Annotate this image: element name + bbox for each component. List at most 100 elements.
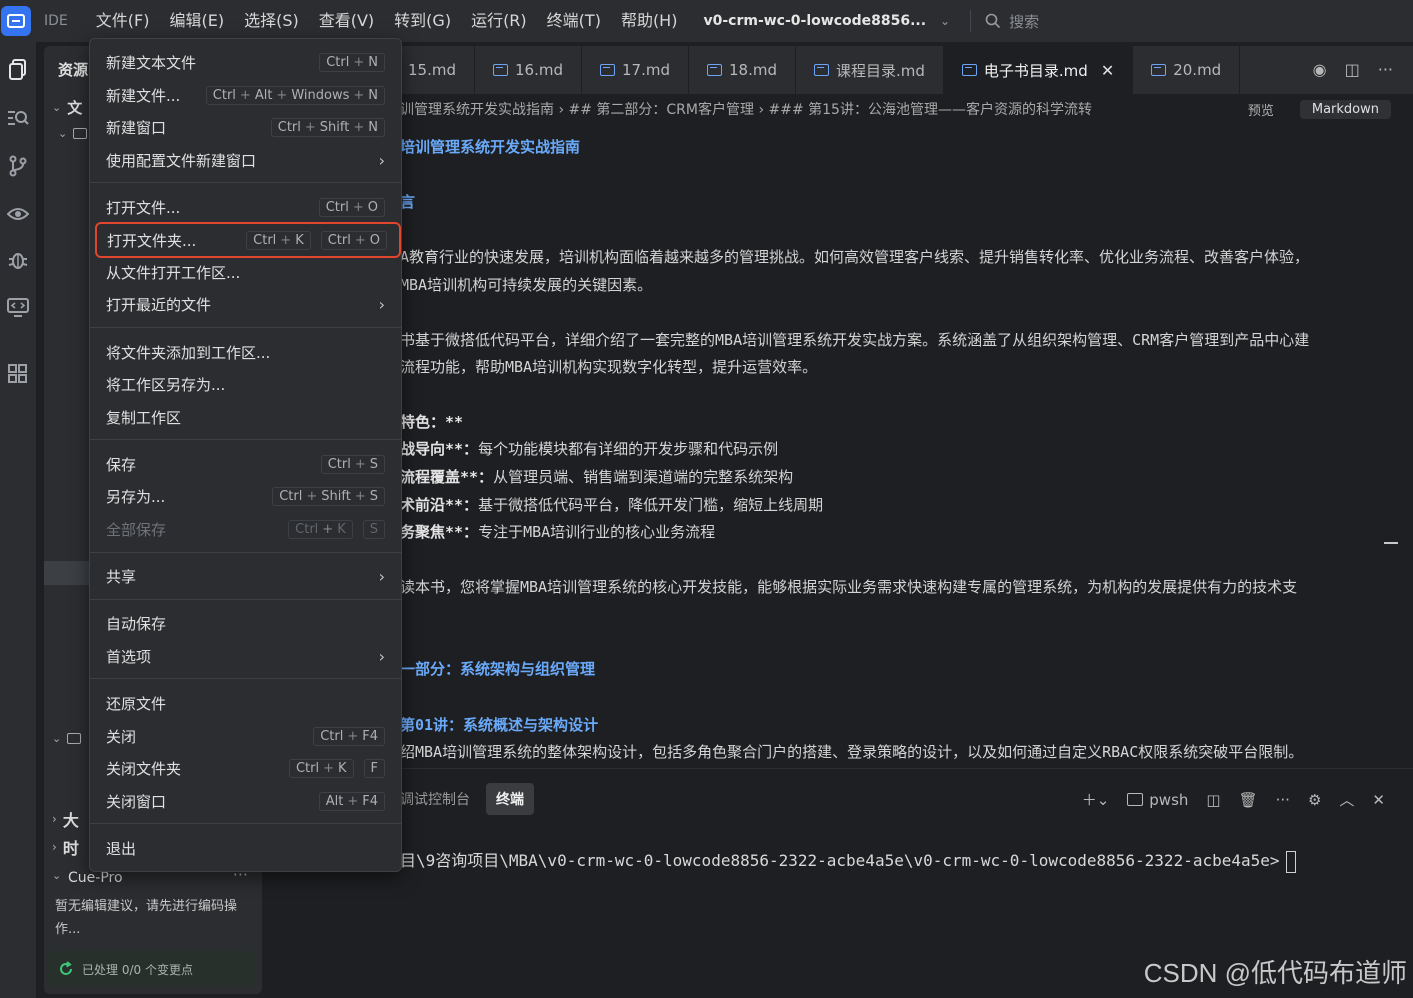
tab-17[interactable]: 17.md <box>582 46 689 94</box>
menu-item-open-folder[interactable]: 打开文件夹... Ctrl + K Ctrl + O <box>95 222 401 258</box>
menu-item-save[interactable]: 保存 Ctrl + S <box>94 449 397 479</box>
menu-help[interactable]: 帮助(H) <box>611 0 688 42</box>
tab-debug-console[interactable]: 调试控制台 <box>400 789 470 809</box>
breadcrumb[interactable]: 训管理系统开发实战指南 › ## 第二部分：CRM客户管理 › ### 第15讲… <box>400 99 1092 119</box>
project-selector[interactable]: v0-crm-wc-0-lowcode8856... <box>703 13 926 29</box>
menu-goto[interactable]: 转到(G) <box>384 0 461 42</box>
menu-item-open-file[interactable]: 打开文件... Ctrl + O <box>94 192 397 222</box>
shortcut: Ctrl + O <box>313 197 385 217</box>
shortcut: Ctrl + Shift + S <box>266 486 385 506</box>
source-control-icon[interactable] <box>6 154 30 178</box>
menu-item-close-window[interactable]: 关闭窗口 Alt + F4 <box>94 786 397 816</box>
shortcut-chord: Ctrl + Alt + Windows + N <box>205 85 385 105</box>
preview-button[interactable]: 预览 <box>1236 98 1286 121</box>
menu-item-new-window-profile[interactable]: 使用配置文件新建窗口 › <box>94 145 397 175</box>
tree-row-selected[interactable] <box>44 561 89 585</box>
editor-content[interactable]: 培训管理系统开发实战指南 言 A教育行业的快速发展，培训机构面临着越来越多的管理… <box>400 134 1390 764</box>
feature-item: 流程覆盖**：从管理员端、销售端到渠道端的完整系统架构 <box>400 466 793 487</box>
split-editor-icon[interactable]: ◫ <box>1345 60 1360 79</box>
tab-terminal[interactable]: 终端 <box>486 783 534 815</box>
markdown-button[interactable]: Markdown <box>1299 100 1391 119</box>
chevron-down-icon[interactable]: ⌄ <box>940 14 950 28</box>
terminal-prompt[interactable]: 目\9咨询项目\MBA\v0-crm-wc-0-lowcode8856-2322… <box>400 847 1296 873</box>
markdown-icon <box>1151 64 1167 76</box>
sidebar-title: 资源 <box>58 61 89 79</box>
shortcut-chord: Ctrl + N <box>319 52 385 72</box>
menu-run[interactable]: 运行(R) <box>461 0 537 42</box>
shortcut-plus: + <box>276 87 288 103</box>
shortcut-key: Shift <box>321 488 351 504</box>
scroll-indicator[interactable] <box>1384 542 1398 544</box>
tab-20[interactable]: 20.md <box>1133 46 1241 94</box>
maximize-chevron-up-icon[interactable]: ︿ <box>1339 789 1354 810</box>
menu-item-new-text-file[interactable]: 新建文本文件 Ctrl + N <box>94 47 397 77</box>
menu-item-new-window[interactable]: 新建窗口 Ctrl + Shift + N <box>94 112 397 142</box>
cue-pro-panel: ⌄ Cue-Pro ··· 暂无编辑建议，请先进行编码操作... 已处理 0/0… <box>44 865 262 995</box>
menu-edit[interactable]: 编辑(E) <box>159 0 234 42</box>
shortcut-key: F4 <box>362 793 378 809</box>
menu-item-open-recent[interactable]: 打开最近的文件 › <box>94 289 397 319</box>
menu-item-label: 关闭文件夹 <box>106 759 182 778</box>
menu-item-close-folder[interactable]: 关闭文件夹 Ctrl + K F <box>94 753 397 783</box>
menu-item-save-workspace-as[interactable]: 将工作区另存为... <box>94 369 397 399</box>
more-actions-icon[interactable]: ··· <box>1378 60 1393 79</box>
extensions-icon[interactable] <box>6 362 30 386</box>
file-menu-dropdown: 新建文本文件 Ctrl + N 新建文件... Ctrl + Alt + Windows + N 新… <box>89 38 402 872</box>
split-terminal-icon[interactable]: ◫ <box>1206 791 1220 809</box>
menu-item-close[interactable]: 关闭 Ctrl + F4 <box>94 721 397 751</box>
settings-sliders-icon[interactable]: ⚙ <box>1308 791 1321 809</box>
shortcut-plus: + <box>280 232 292 248</box>
tab-label: 20.md <box>1173 61 1222 79</box>
menu-item-revert[interactable]: 还原文件 <box>94 688 397 718</box>
feature-item: 战导向**：每个功能模块都有详细的开发步骤和代码示例 <box>400 438 778 459</box>
tab-18[interactable]: 18.md <box>689 46 796 94</box>
tab-16[interactable]: 16.md <box>475 46 582 94</box>
menu-item-share[interactable]: 共享 › <box>94 561 397 591</box>
shortcut-plus: + <box>347 728 359 744</box>
explorer-icon[interactable] <box>6 58 30 82</box>
menu-item-exit[interactable]: 退出 <box>94 833 397 863</box>
remote-monitor-icon[interactable] <box>6 296 30 320</box>
features-title-text: 特色：** <box>400 413 464 431</box>
cue-message: 暂无编辑建议，请先进行编码操作... <box>55 899 238 937</box>
menu-item-duplicate-workspace[interactable]: 复制工作区 <box>94 402 397 432</box>
tab-course-catalog[interactable]: 课程目录.md <box>796 46 944 94</box>
shortcut: Ctrl + K F <box>283 758 385 778</box>
menu-item-preferences[interactable]: 首选项 › <box>94 641 397 671</box>
menu-terminal[interactable]: 终端(T) <box>537 0 611 42</box>
shortcut-key: S <box>369 488 378 504</box>
preview-icon[interactable]: ◉ <box>1313 60 1327 79</box>
menu-item-add-folder[interactable]: 将文件夹添加到工作区... <box>94 337 397 367</box>
tab-label: 17.md <box>622 61 670 79</box>
shortcut-key: N <box>368 119 378 135</box>
menu-item-new-file[interactable]: 新建文件... Ctrl + Alt + Windows + N <box>94 80 397 110</box>
shortcut-key: Ctrl <box>253 232 277 248</box>
chevron-down-icon[interactable]: ⌄ <box>52 869 61 882</box>
app-logo-icon[interactable] <box>1 6 31 36</box>
debug-bug-icon[interactable] <box>6 248 30 272</box>
close-panel-icon[interactable]: ✕ <box>1372 791 1385 809</box>
search-files-icon[interactable] <box>6 106 30 130</box>
menu-item-auto-save[interactable]: 自动保存 <box>94 608 397 638</box>
search-box[interactable]: 搜索 <box>985 11 1039 32</box>
add-terminal-icon[interactable]: ＋⌄ <box>1082 789 1110 810</box>
close-icon[interactable]: ✕ <box>1101 61 1114 80</box>
menu-item-label: 退出 <box>106 839 137 858</box>
menu-view[interactable]: 查看(V) <box>309 0 384 42</box>
preview-eye-icon[interactable] <box>6 202 30 226</box>
shortcut-chord: Ctrl + K <box>288 758 354 778</box>
menu-select[interactable]: 选择(S) <box>234 0 309 42</box>
shortcut-plus: + <box>354 232 366 248</box>
more-icon[interactable]: ··· <box>1276 791 1290 809</box>
menu-file[interactable]: 文件(F) <box>86 0 160 42</box>
activity-bar <box>0 42 36 998</box>
shortcut-key: Shift <box>319 119 350 135</box>
search-icon <box>985 13 1001 29</box>
menu-item-open-workspace[interactable]: 从文件打开工作区... <box>94 257 397 287</box>
shortcut-plus: + <box>322 521 334 537</box>
tab-ebook-catalog[interactable]: 电子书目录.md ✕ <box>943 46 1134 94</box>
menu-item-save-as[interactable]: 另存为... Ctrl + Shift + S <box>94 481 397 511</box>
trash-icon[interactable]: 🗑 <box>1239 791 1258 809</box>
section-label: 时 <box>62 839 79 858</box>
shell-selector[interactable]: pwsh <box>1127 791 1188 809</box>
